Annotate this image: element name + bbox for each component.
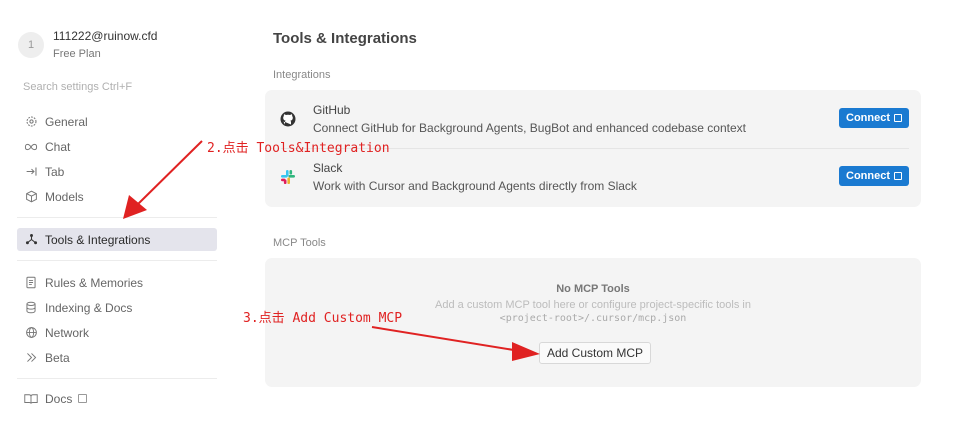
- account-info: 1 111222@ruinow.cfd Free Plan: [18, 28, 157, 62]
- sidebar-item-label: Docs: [45, 391, 73, 406]
- sidebar-item-label: Models: [45, 189, 84, 204]
- nodes-icon: [24, 233, 38, 247]
- integration-name: GitHub: [313, 103, 351, 117]
- sidebar-item-models[interactable]: Models: [17, 185, 217, 208]
- settings-sidebar: 1 111222@ruinow.cfd Free Plan Search set…: [0, 0, 232, 439]
- github-icon: [280, 111, 296, 127]
- button-label: Connect: [846, 112, 890, 124]
- arrow-to-line-icon: [24, 165, 38, 179]
- add-custom-mcp-button[interactable]: Add Custom MCP: [539, 342, 652, 364]
- search-settings-input[interactable]: Search settings Ctrl+F: [23, 81, 132, 93]
- infinity-icon: [24, 140, 38, 154]
- integrations-section-label: Integrations: [273, 69, 331, 81]
- slack-icon: [280, 169, 296, 185]
- external-link-icon: [78, 394, 88, 403]
- sidebar-item-label: Tab: [45, 164, 65, 179]
- double-chevron-icon: [24, 351, 38, 365]
- sidebar-item-label: Indexing & Docs: [45, 300, 133, 315]
- mcp-empty-title: No MCP Tools: [556, 283, 630, 295]
- sidebar-item-label: Rules & Memories: [45, 275, 144, 290]
- sidebar-item-beta[interactable]: Beta: [17, 346, 217, 369]
- mcp-section-label: MCP Tools: [273, 237, 326, 249]
- integration-description: Connect GitHub for Background Agents, Bu…: [313, 121, 746, 135]
- slack-connect-button[interactable]: Connect: [839, 166, 909, 186]
- step2-annotation: 2.点击 Tools&Integration: [207, 141, 390, 156]
- integration-row-slack: Slack Work with Cursor and Background Ag…: [265, 148, 921, 206]
- sidebar-item-label: Tools & Integrations: [45, 232, 151, 247]
- sidebar-item-label: General: [45, 114, 88, 129]
- account-plan: Free Plan: [53, 48, 101, 60]
- external-link-icon: [894, 114, 902, 122]
- integration-name: Slack: [313, 161, 343, 175]
- sidebar-divider: [17, 217, 217, 218]
- github-connect-button[interactable]: Connect: [839, 108, 909, 128]
- integration-description: Work with Cursor and Background Agents d…: [313, 179, 637, 193]
- external-link-icon: [894, 172, 902, 180]
- sidebar-item-network[interactable]: Network: [17, 321, 217, 344]
- sidebar-item-label: Chat: [45, 139, 71, 154]
- avatar: 1: [18, 32, 44, 58]
- cube-icon: [24, 190, 38, 204]
- sidebar-item-tab[interactable]: Tab: [17, 160, 217, 183]
- document-icon: [24, 276, 38, 290]
- book-icon: [24, 392, 38, 406]
- gear-icon: [24, 115, 38, 129]
- account-email: 111222@ruinow.cfd: [53, 29, 158, 43]
- sidebar-divider: [17, 260, 217, 261]
- globe-icon: [24, 326, 38, 340]
- step3-annotation: 3.点击 Add Custom MCP: [243, 311, 403, 326]
- sidebar-item-indexing-docs[interactable]: Indexing & Docs: [17, 296, 217, 319]
- sidebar-item-label: Beta: [45, 350, 70, 365]
- button-label: Connect: [846, 170, 890, 182]
- sidebar-item-label: Network: [45, 325, 90, 340]
- sidebar-divider: [17, 378, 217, 379]
- sidebar-item-general[interactable]: General: [17, 110, 217, 133]
- sidebar-item-chat[interactable]: Chat: [17, 135, 217, 158]
- sidebar-item-tools-integrations[interactable]: Tools & Integrations: [17, 228, 217, 251]
- page-title: Tools & Integrations: [273, 30, 417, 47]
- sidebar-item-rules-memories[interactable]: Rules & Memories: [17, 271, 217, 294]
- database-icon: [24, 301, 38, 315]
- sidebar-item-docs[interactable]: Docs: [17, 387, 217, 410]
